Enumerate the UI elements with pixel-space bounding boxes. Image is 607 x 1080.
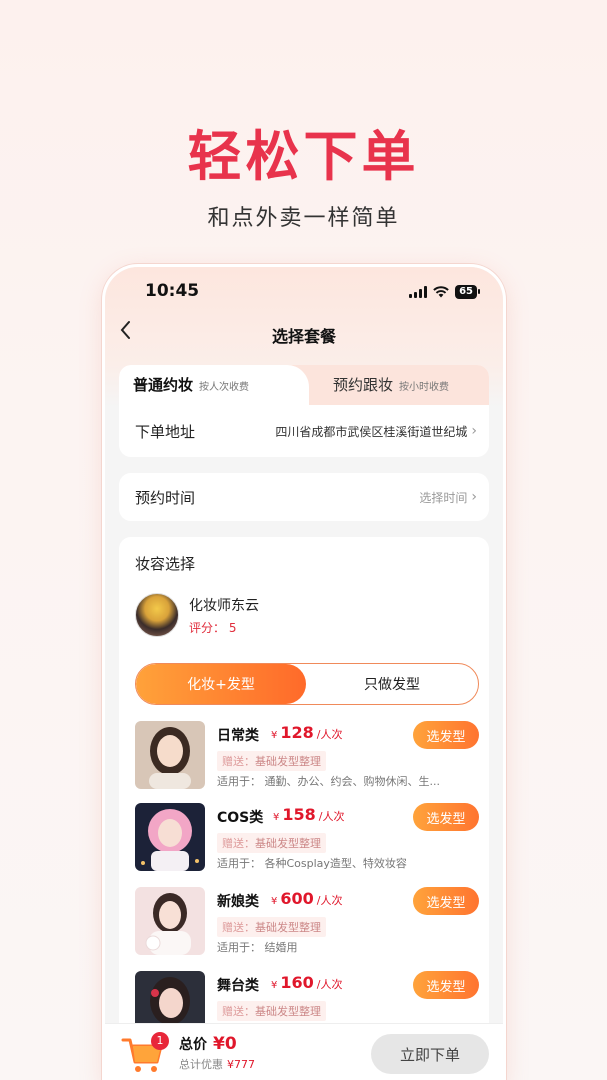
total-value: ¥0: [213, 1034, 237, 1054]
artist-info[interactable]: 化妆师东云 评分： 5: [135, 593, 259, 637]
order-type-card: 普通约妆 按人次收费 预约跟妆 按小时收费 下单地址 四川省成都市武侯区桂溪街道世纪…: [119, 365, 489, 457]
status-time: 10:45: [145, 281, 200, 301]
appointment-label: 预约时间: [135, 488, 196, 507]
chevron-right-icon: ›: [471, 489, 477, 505]
price-unit: /人次: [316, 728, 343, 741]
currency-symbol: ¥: [271, 980, 278, 991]
package-image: [135, 887, 205, 955]
bottom-bar: 1 总价 ¥0 总计优惠 ¥777 立即下单: [105, 1023, 503, 1080]
package-image: [135, 721, 205, 789]
phone-frame: 10:45 65 选择套餐 普通约妆 按人次收费 预约跟妆 按小时收费 下单地址…: [102, 264, 506, 1080]
price-value: 158: [282, 805, 316, 824]
gift-value: 基础发型整理: [255, 921, 321, 934]
price-value: 128: [280, 723, 314, 742]
discount-value: ¥777: [227, 1058, 255, 1071]
cart-button[interactable]: 1: [121, 1032, 169, 1074]
package-name: COS类: [217, 810, 264, 826]
price-value: 160: [280, 973, 314, 992]
artist-name: 化妆师东云: [189, 597, 259, 614]
package-item: 新娘类 ¥600/人次 赠送：基础发型整理 适用于： 结婚用 选发型: [135, 887, 479, 957]
gift-value: 基础发型整理: [255, 755, 321, 768]
package-name: 日常类: [217, 728, 259, 744]
segment-hair-only[interactable]: 只做发型: [306, 664, 478, 704]
cart-count-badge: 1: [151, 1032, 169, 1050]
currency-symbol: ¥: [271, 730, 278, 741]
artist-score: 评分： 5: [189, 620, 237, 635]
price-value: 600: [280, 889, 314, 908]
package-image: [135, 803, 205, 871]
status-bar: 10:45 65: [105, 281, 503, 305]
package-gift: 赠送：基础发型整理: [217, 833, 326, 853]
select-hairstyle-button[interactable]: 选发型: [413, 971, 479, 999]
package-usage: 适用于： 各种Cosplay造型、特效妆容: [217, 857, 407, 870]
promo-subtitle: 和点外卖一样简单: [207, 206, 400, 231]
artist-avatar: [135, 593, 179, 637]
makeup-card: 妆容选择 化妆师东云 评分： 5 化妆+发型 只做发型 日常类 ¥128 /人次…: [119, 537, 489, 1080]
gift-label: 赠送：: [222, 755, 255, 768]
total-summary: 总价 ¥0 总计优惠 ¥777: [179, 1034, 255, 1072]
order-type-tabs: 普通约妆 按人次收费 预约跟妆 按小时收费: [119, 365, 489, 405]
package-usage: 适用于： 结婚用: [217, 941, 298, 954]
signal-icon: [409, 286, 428, 298]
place-order-button[interactable]: 立即下单: [371, 1034, 489, 1074]
section-title: 妆容选择: [135, 555, 196, 573]
package-name: 新娘类: [217, 894, 259, 910]
package-gift: 赠送：基础发型整理: [217, 1001, 326, 1021]
price-unit: /人次: [318, 810, 345, 823]
promo-title: 轻松下单: [187, 125, 420, 188]
package-item: COS类 ¥158/人次 赠送：基础发型整理 适用于： 各种Cosplay造型、…: [135, 803, 479, 873]
price-unit: /人次: [316, 978, 343, 991]
gift-value: 基础发型整理: [255, 1005, 321, 1018]
tab-label: 预约跟妆: [333, 376, 394, 394]
status-icons: 65: [409, 285, 480, 299]
tab-label: 普通约妆: [133, 376, 194, 394]
tab-note: 按小时收费: [399, 382, 450, 393]
select-hairstyle-button[interactable]: 选发型: [413, 721, 479, 749]
package-gift: 赠送：基础发型整理: [217, 751, 326, 771]
total-label: 总价: [179, 1037, 207, 1053]
appointment-row[interactable]: 预约时间 选择时间 ›: [119, 473, 489, 521]
page-title: 选择套餐: [271, 327, 336, 346]
address-row[interactable]: 下单地址 四川省成都市武侯区桂溪街道世纪城 ›: [119, 405, 489, 457]
tab-normal-makeup[interactable]: 普通约妆 按人次收费: [119, 365, 309, 405]
service-segment-control: 化妆+发型 只做发型: [135, 663, 479, 705]
package-price: ¥158/人次: [273, 805, 345, 824]
select-hairstyle-button[interactable]: 选发型: [413, 887, 479, 915]
package-price: ¥600/人次: [271, 889, 343, 908]
nav-bar: 选择套餐: [105, 319, 503, 349]
package-item: 日常类 ¥128/人次 赠送：基础发型整理 适用于： 通勤、办公、约会、购物休闲…: [135, 721, 479, 791]
tab-follow-makeup[interactable]: 预约跟妆 按小时收费: [333, 374, 449, 395]
gift-label: 赠送：: [222, 921, 255, 934]
discount-label: 总计优惠: [179, 1058, 223, 1071]
package-name: 舞台类: [217, 978, 259, 994]
segment-makeup-hair[interactable]: 化妆+发型: [136, 664, 306, 704]
chevron-right-icon: ›: [471, 423, 477, 439]
package-price: ¥128/人次: [271, 723, 343, 742]
select-hairstyle-button[interactable]: 选发型: [413, 803, 479, 831]
wifi-icon: [433, 286, 449, 298]
appointment-card: 预约时间 选择时间 ›: [119, 473, 489, 521]
appointment-value: 选择时间: [419, 490, 468, 505]
battery-icon: 65: [455, 285, 480, 299]
currency-symbol: ¥: [273, 812, 280, 823]
address-label: 下单地址: [135, 422, 196, 441]
package-gift: 赠送：基础发型整理: [217, 917, 326, 937]
gift-label: 赠送：: [222, 1005, 255, 1018]
tab-note: 按人次收费: [199, 382, 250, 393]
gift-label: 赠送：: [222, 837, 255, 850]
gift-value: 基础发型整理: [255, 837, 321, 850]
package-price: ¥160/人次: [271, 973, 343, 992]
price-unit: /人次: [316, 894, 343, 907]
package-usage: 适用于： 通勤、办公、约会、购物休闲、生...: [217, 775, 440, 788]
currency-symbol: ¥: [271, 896, 278, 907]
address-value: 四川省成都市武侯区桂溪街道世纪城: [275, 424, 468, 439]
